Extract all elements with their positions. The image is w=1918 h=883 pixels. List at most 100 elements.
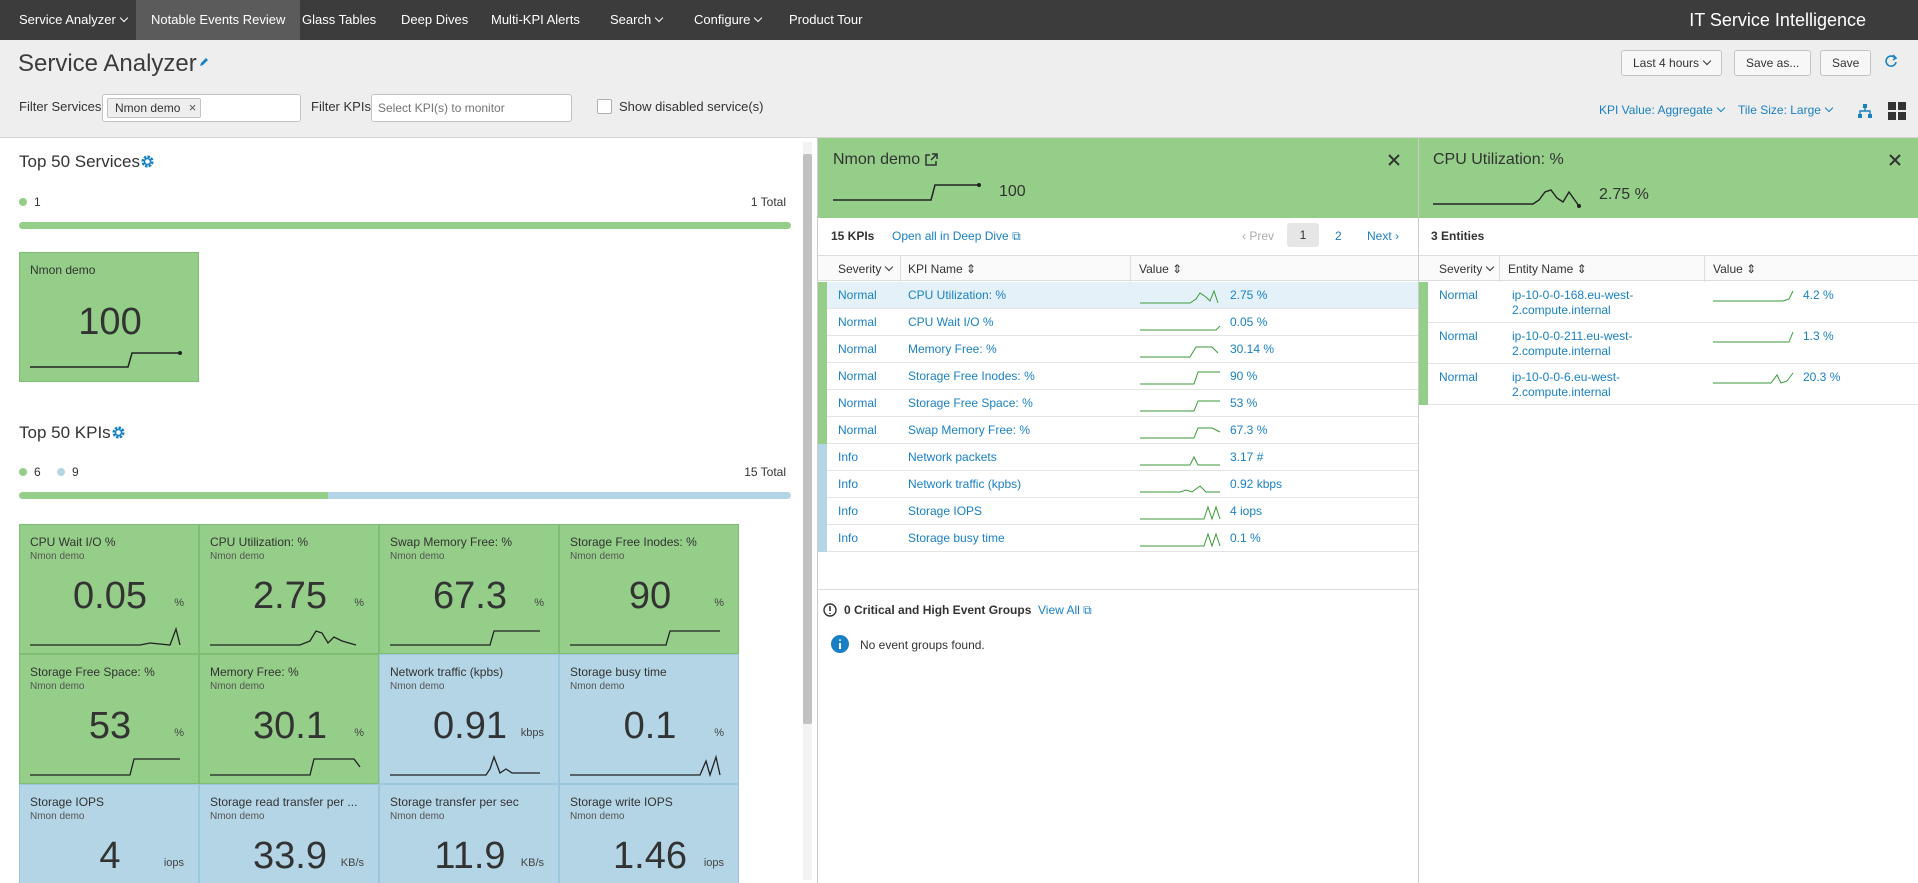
col-value[interactable]: Value ⇕ <box>1705 256 1918 282</box>
col-kpi-name[interactable]: KPI Name ⇕ <box>901 256 1131 282</box>
alert-circle-icon <box>823 603 837 617</box>
service-tile[interactable]: Nmon demo 100 <box>19 252 199 382</box>
col-value[interactable]: Value ⇕ <box>1131 256 1418 282</box>
entity-name-link[interactable]: ip-10-0-0-6.eu-west- 2.compute.internal <box>1512 370 1620 400</box>
kpi-table-row[interactable]: Normal Swap Memory Free: % 67.3 % <box>818 417 1418 444</box>
tile-size-dropdown[interactable]: Tile Size: Large <box>1738 103 1834 117</box>
kpis-legend-info: 9 <box>72 465 79 479</box>
nav-configure[interactable]: Configure <box>694 0 763 40</box>
close-icon[interactable] <box>1888 153 1902 167</box>
kpi-table-row[interactable]: Info Network traffic (kpbs) 0.92 kbps <box>818 471 1418 498</box>
kpi-tile-unit: KB/s <box>340 857 364 869</box>
kpi-tile[interactable]: Swap Memory Free: % Nmon demo 67.3% <box>379 524 559 654</box>
kpi-tile[interactable]: Memory Free: % Nmon demo 30.1% <box>199 654 379 784</box>
nav-search[interactable]: Search <box>610 0 664 40</box>
kpi-row-sparkline <box>1140 325 1221 331</box>
prev-page-button[interactable]: ‹ Prev <box>1242 229 1274 243</box>
gear-icon[interactable] <box>111 425 126 440</box>
external-link-icon[interactable] <box>925 153 938 166</box>
kpi-tile-unit: iops <box>703 857 724 869</box>
col-severity[interactable]: Severity <box>1419 256 1500 282</box>
kpi-table-row[interactable]: Normal Storage Free Inodes: % 90 % <box>818 363 1418 390</box>
kpi-name-link[interactable]: Swap Memory Free: % <box>908 423 1030 437</box>
filter-services-input[interactable]: Nmon demo × <box>102 94 301 122</box>
kpi-tile-sparkline <box>210 758 361 776</box>
kpis-health-bar-normal <box>19 492 328 499</box>
page-2-button[interactable]: 2 <box>1335 229 1342 243</box>
kpi-table-row[interactable]: Info Storage IOPS 4 iops <box>818 498 1418 525</box>
refresh-icon[interactable] <box>1884 54 1898 68</box>
view-all-link[interactable]: View All ⧉ <box>1038 603 1092 618</box>
kpi-tile[interactable]: CPU Utilization: % Nmon demo 2.75% <box>199 524 379 654</box>
nav-service-analyzer[interactable]: Service Analyzer <box>19 0 129 40</box>
page-1-button[interactable]: 1 <box>1287 223 1319 247</box>
save-as-button[interactable]: Save as... <box>1734 50 1812 76</box>
kpi-value-dropdown[interactable]: KPI Value: Aggregate <box>1599 103 1726 117</box>
external-link-icon: ⧉ <box>1012 229 1021 243</box>
severity-label: Info <box>838 504 859 518</box>
kpi-table-row[interactable]: Normal CPU Utilization: % 2.75 % <box>818 282 1418 309</box>
kpi-table-row[interactable]: Normal Memory Free: % 30.14 % <box>818 336 1418 363</box>
show-disabled-checkbox[interactable] <box>597 99 612 114</box>
kpi-tile-unit: % <box>534 597 544 609</box>
kpi-tile[interactable]: Storage Free Space: % Nmon demo 53% <box>19 654 199 784</box>
kpi-tile[interactable]: Storage busy time Nmon demo 0.1% <box>559 654 739 784</box>
nav-product-tour[interactable]: Product Tour <box>789 0 862 40</box>
top-kpis-title: Top 50 KPIs <box>19 423 111 442</box>
tree-view-icon[interactable] <box>1857 103 1873 119</box>
divider <box>818 589 1418 590</box>
severity-label: Normal <box>838 369 877 383</box>
kpi-tile-value: 30.1 <box>253 705 327 747</box>
kpi-tile[interactable]: Storage Free Inodes: % Nmon demo 90% <box>559 524 739 654</box>
kpi-name-link[interactable]: Network packets <box>908 450 997 464</box>
kpi-tile[interactable]: Storage read transfer per ... Nmon demo 33… <box>199 784 379 883</box>
kpi-tile-name: CPU Wait I/O % <box>30 535 116 549</box>
kpi-table-row[interactable]: Info Network packets 3.17 # <box>818 444 1418 471</box>
open-deep-dive-link[interactable]: Open all in Deep Dive ⧉ <box>892 229 1021 244</box>
scrollbar-thumb[interactable] <box>803 154 812 724</box>
entity-name-link[interactable]: ip-10-0-0-211.eu-west- 2.compute.internal <box>1512 329 1633 359</box>
kpi-tile[interactable]: CPU Wait I/O % Nmon demo 0.05% <box>19 524 199 654</box>
kpi-tile[interactable]: Storage write IOPS Nmon demo 1.46 iops <box>559 784 739 883</box>
kpi-name-link[interactable]: Storage busy time <box>908 531 1005 545</box>
entity-table-row[interactable]: Normal ip-10-0-0-168.eu-west- 2.compute.in… <box>1419 282 1918 323</box>
kpi-name-link[interactable]: CPU Wait I/O % <box>908 315 994 329</box>
kpi-name-link[interactable]: Memory Free: % <box>908 342 997 356</box>
kpi-table-row[interactable]: Info Storage busy time 0.1 % <box>818 525 1418 552</box>
filter-kpis-input[interactable] <box>371 94 572 122</box>
close-icon[interactable] <box>1387 153 1401 167</box>
time-range-picker[interactable]: Last 4 hours <box>1621 50 1723 76</box>
kpi-name-link[interactable]: Network traffic (kpbs) <box>908 477 1021 491</box>
kpi-name-link[interactable]: Storage Free Inodes: % <box>908 369 1035 383</box>
kpi-tile[interactable]: Storage transfer per sec Nmon demo 11.9 KB/… <box>379 784 559 883</box>
kpi-tile-sparkline <box>570 754 721 778</box>
kpi-name-link[interactable]: Storage IOPS <box>908 504 982 518</box>
kpi-panel-value: 2.75 % <box>1599 186 1649 203</box>
kpi-name-link[interactable]: CPU Utilization: % <box>908 288 1006 302</box>
next-page-button[interactable]: Next › <box>1367 229 1399 243</box>
kpi-tile-name: Memory Free: % <box>210 665 299 679</box>
sort-icon: ⇕ <box>966 262 977 276</box>
tile-view-icon[interactable] <box>1887 101 1907 121</box>
nav-multi-kpi-alerts[interactable]: Multi-KPI Alerts <box>491 0 580 40</box>
entity-table-row[interactable]: Normal ip-10-0-0-6.eu-west- 2.compute.inte… <box>1419 364 1918 405</box>
nav-glass-tables[interactable]: Glass Tables <box>302 0 376 40</box>
col-entity-name[interactable]: Entity Name ⇕ <box>1500 256 1705 282</box>
kpi-name-link[interactable]: Storage Free Space: % <box>908 396 1033 410</box>
service-panel-title[interactable]: Nmon demo <box>833 151 920 169</box>
save-button[interactable]: Save <box>1820 50 1872 76</box>
remove-chip-icon[interactable]: × <box>189 99 197 117</box>
nav-deep-dives[interactable]: Deep Dives <box>401 0 468 40</box>
services-health-bar <box>19 222 791 229</box>
entity-name-link[interactable]: ip-10-0-0-168.eu-west- 2.compute.internal <box>1512 288 1633 318</box>
kpi-tile[interactable]: Network traffic (kpbs) Nmon demo 0.91 kbps <box>379 654 559 784</box>
entity-table-row[interactable]: Normal ip-10-0-0-211.eu-west- 2.compute.in… <box>1419 323 1918 364</box>
kpi-table-row[interactable]: Normal Storage Free Space: % 53 % <box>818 390 1418 417</box>
edit-pencil-icon[interactable] <box>199 57 209 67</box>
kpi-tile[interactable]: Storage IOPS Nmon demo 4 iops <box>19 784 199 883</box>
kpi-table-row[interactable]: Normal CPU Wait I/O % 0.05 % <box>818 309 1418 336</box>
col-severity[interactable]: Severity <box>818 256 901 282</box>
gear-icon[interactable] <box>140 154 155 169</box>
nav-notable-events-review[interactable]: Notable Events Review <box>136 0 301 40</box>
kpi-tile-name: Storage write IOPS <box>570 795 673 809</box>
